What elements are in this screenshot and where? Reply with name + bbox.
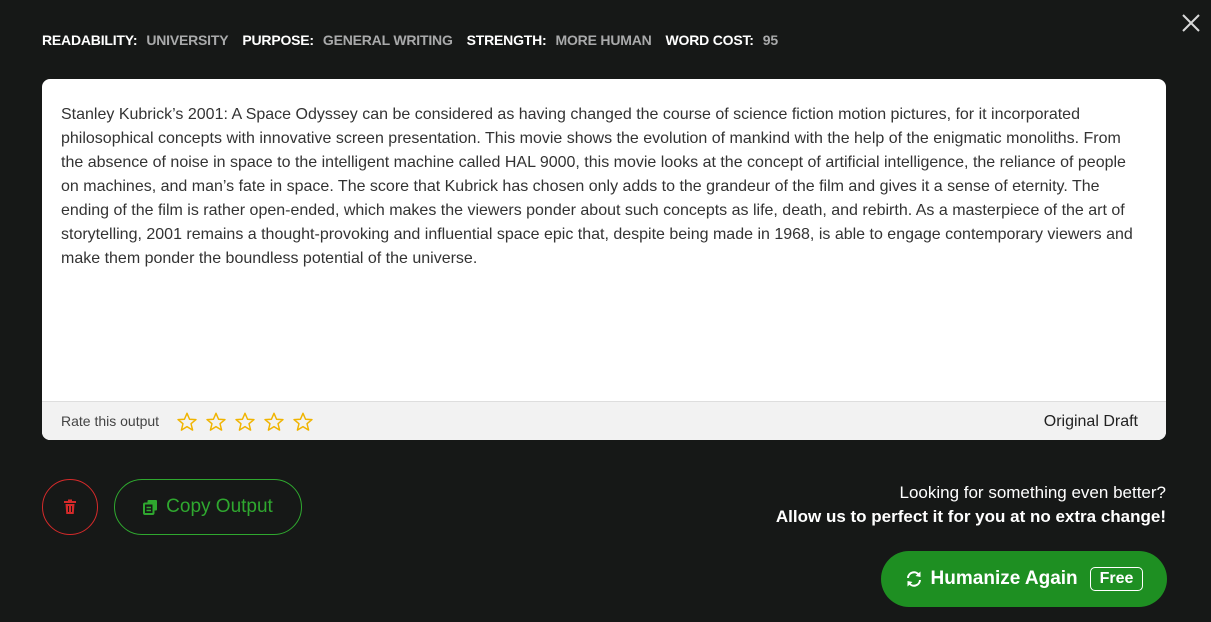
star-icon[interactable] <box>234 411 256 433</box>
star-icon[interactable] <box>292 411 314 433</box>
trash-icon <box>64 499 76 514</box>
star-icon[interactable] <box>205 411 227 433</box>
strength-label: STRENGTH: <box>466 32 547 48</box>
copy-output-label: Copy Output <box>166 496 273 517</box>
star-icon[interactable] <box>263 411 285 433</box>
star-rating[interactable] <box>176 411 314 433</box>
purpose-label: PURPOSE: <box>242 32 314 48</box>
strength-value: MORE HUMAN <box>555 32 652 48</box>
draft-label: Original Draft <box>1043 413 1138 430</box>
rating-bar: Rate this output Original Draft <box>42 401 1166 440</box>
close-icon <box>1182 14 1200 32</box>
humanize-again-button[interactable]: Humanize Again Free <box>881 551 1167 607</box>
promo-line-1: Looking for something even better? <box>899 483 1166 502</box>
purpose-value: GENERAL WRITING <box>322 32 453 48</box>
rate-label: Rate this output <box>61 413 160 429</box>
refresh-icon <box>906 571 921 587</box>
readability-value: UNIVERSITY <box>146 32 229 48</box>
settings-summary: READABILITY: UNIVERSITY PURPOSE: GENERAL… <box>42 32 792 48</box>
star-icon[interactable] <box>176 411 198 433</box>
promo-line-2: Allow us to perfect it for you at no ext… <box>775 507 1166 526</box>
word-cost-label: WORD COST: <box>665 32 754 48</box>
close-button[interactable] <box>1180 12 1202 34</box>
free-badge: Free <box>1089 567 1144 591</box>
output-card: Stanley Kubrick’s 2001: A Space Odyssey … <box>42 79 1166 440</box>
word-cost-value: 95 <box>762 32 778 48</box>
humanize-again-label: Humanize Again <box>930 568 1078 589</box>
copy-icon <box>143 500 158 515</box>
delete-button[interactable] <box>42 479 98 535</box>
upsell-message: Looking for something even better? Allow… <box>776 481 1166 529</box>
output-text[interactable]: Stanley Kubrick’s 2001: A Space Odyssey … <box>61 103 1146 271</box>
copy-output-button[interactable]: Copy Output <box>114 479 302 535</box>
readability-label: READABILITY: <box>42 32 138 48</box>
